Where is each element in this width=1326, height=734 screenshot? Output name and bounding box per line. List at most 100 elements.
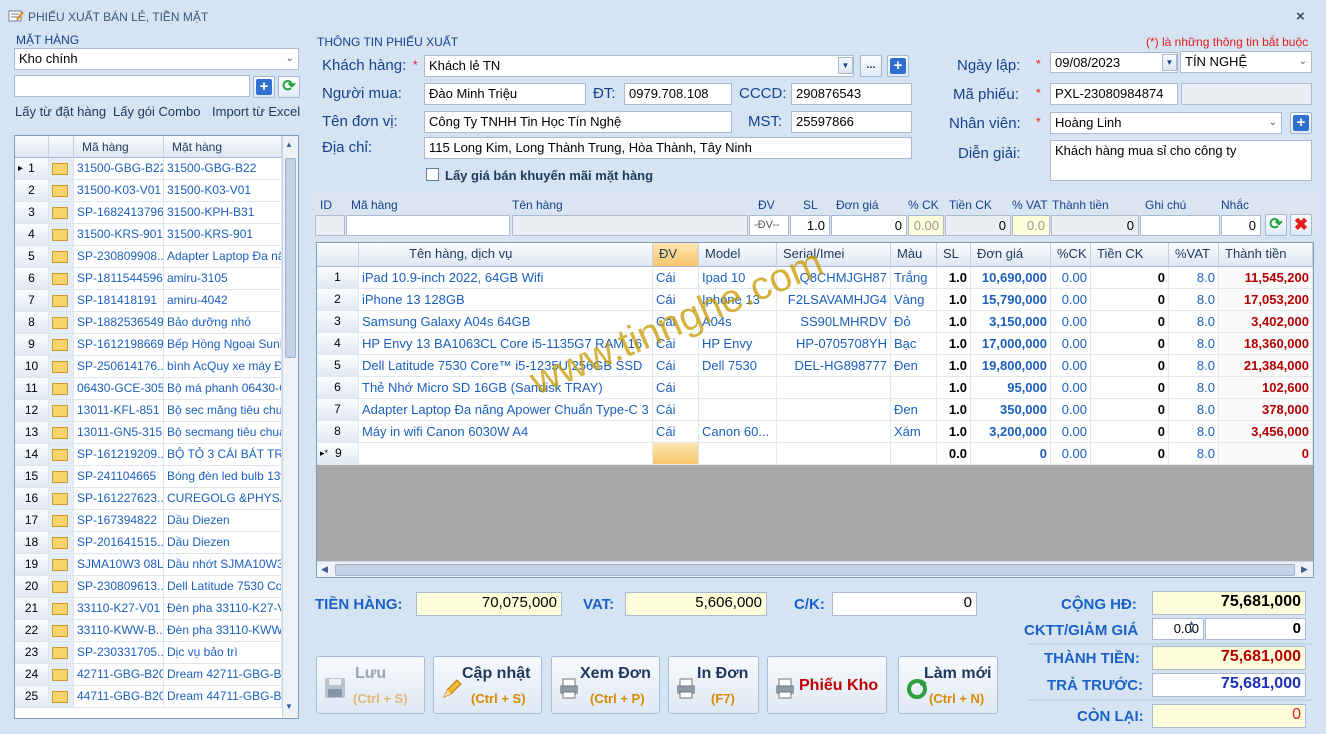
product-name-cell[interactable]: iPhone 13 128GB xyxy=(359,289,653,311)
unit-price-cell[interactable]: 19,800,000 xyxy=(971,355,1051,377)
model-cell[interactable]: Dell 7530 xyxy=(699,355,777,377)
row-number[interactable]: 12 xyxy=(15,400,49,422)
row-number[interactable]: 11 xyxy=(15,378,49,400)
phone-input[interactable]: 0979.708.108 xyxy=(624,83,732,105)
row-selector-cell[interactable]: 4 xyxy=(317,333,359,355)
customer-browse-button[interactable]: ... xyxy=(860,55,882,77)
promo-checkbox[interactable] xyxy=(426,168,439,181)
discount-value[interactable]: 0 xyxy=(832,592,977,616)
model-cell[interactable] xyxy=(699,443,777,465)
row-number[interactable]: 23 xyxy=(15,642,49,664)
unit-cell[interactable]: Cái xyxy=(653,377,699,399)
scroll-up-icon[interactable]: ▲ xyxy=(285,140,293,149)
col-model[interactable]: Model xyxy=(699,243,777,267)
line-total-cell[interactable]: 18,360,000 xyxy=(1219,333,1313,355)
item-name-cell[interactable]: 31500-K03-V01 xyxy=(164,180,282,202)
discount-amount-cell[interactable]: 0 xyxy=(1091,421,1169,443)
get-from-order-link[interactable]: Lấy từ đặt hàng xyxy=(15,104,106,119)
item-name-cell[interactable]: amiru-3105 xyxy=(164,268,282,290)
view-order-button[interactable]: Xem Đơn (Ctrl + P) xyxy=(551,656,660,714)
serial-cell[interactable]: F2LSAVAMHJG4 xyxy=(777,289,891,311)
discount-amount-cell[interactable]: 0 xyxy=(1091,267,1169,289)
item-name-cell[interactable]: 31500-KPH-B31 xyxy=(164,202,282,224)
unit-cell[interactable]: Cái xyxy=(653,267,699,289)
col-unit[interactable]: ĐV xyxy=(653,243,699,267)
entry-remind-input[interactable]: 0 xyxy=(1221,215,1261,236)
close-icon[interactable]: × xyxy=(1296,8,1305,25)
item-name-cell[interactable]: Bóng đèn led bulb 13w xyxy=(164,466,282,488)
discount-pct-cell[interactable]: 0.00 xyxy=(1051,377,1091,399)
scroll-right-icon[interactable]: ▶ xyxy=(1301,564,1308,575)
serial-cell[interactable]: Q8CHMJGH87 xyxy=(777,267,891,289)
row-number[interactable]: 18 xyxy=(15,532,49,554)
discount-amount-cell[interactable]: 0 xyxy=(1091,311,1169,333)
item-name-cell[interactable]: Dầu nhớt SJMA10W3 0 xyxy=(164,554,282,576)
unit-price-cell[interactable]: 10,690,000 xyxy=(971,267,1051,289)
vat-pct-cell[interactable]: 8.0 xyxy=(1169,267,1219,289)
item-name-cell[interactable]: Dell Latitude 7530 Core™ xyxy=(164,576,282,598)
product-name-cell[interactable]: Máy in wifi Canon 6030W A4 xyxy=(359,421,653,443)
entry-delete-button[interactable]: ✖ xyxy=(1290,214,1312,236)
stock-slip-button[interactable]: Phiếu Kho xyxy=(767,656,887,714)
row-number[interactable]: 8 xyxy=(15,312,49,334)
quantity-cell[interactable]: 0.0 xyxy=(937,443,971,465)
item-name-cell[interactable]: Dream 42711-GBG-B20 xyxy=(164,664,282,686)
color-cell[interactable]: Vàng xyxy=(891,289,937,311)
item-code-cell[interactable]: 33110-KWW-B... xyxy=(74,620,164,642)
item-code-cell[interactable]: SP-167394822 xyxy=(74,510,164,532)
add-item-button[interactable]: + xyxy=(253,76,275,98)
unit-cell[interactable]: Cái xyxy=(653,311,699,333)
item-code-cell[interactable]: 31500-KRS-901 xyxy=(74,224,164,246)
discount-amount-cell[interactable]: 0 xyxy=(1091,443,1169,465)
save-button[interactable]: Lưu (Ctrl + S) xyxy=(316,656,425,714)
scroll-left-icon[interactable]: ◀ xyxy=(321,564,328,575)
vat-pct-cell[interactable]: 8.0 xyxy=(1169,377,1219,399)
product-name-cell[interactable]: iPad 10.9-inch 2022, 64GB Wifi xyxy=(359,267,653,289)
customer-select[interactable]: Khách lẻ TN xyxy=(424,55,854,77)
item-code-cell[interactable]: SP-230809613... xyxy=(74,576,164,598)
serial-cell[interactable] xyxy=(777,443,891,465)
item-code-cell[interactable]: 42711-GBG-B20 xyxy=(74,664,164,686)
cktt-value-input[interactable]: 0 xyxy=(1205,618,1306,640)
unit-input[interactable]: Công Ty TNHH Tin Học Tín Nghệ xyxy=(424,111,732,133)
add-customer-button[interactable]: + xyxy=(887,55,909,77)
h-scroll-thumb[interactable] xyxy=(335,564,1295,576)
color-cell[interactable]: Trắng xyxy=(891,267,937,289)
quantity-cell[interactable]: 1.0 xyxy=(937,355,971,377)
print-order-button[interactable]: In Đơn (F7) xyxy=(668,656,759,714)
row-number[interactable]: 13 xyxy=(15,422,49,444)
voucher-code-input[interactable]: PXL-23080984874 xyxy=(1050,83,1178,105)
entry-ck-input[interactable]: 0.00 xyxy=(908,215,944,236)
row-selector-cell[interactable]: 7 xyxy=(317,399,359,421)
col-vat-pct[interactable]: %VAT xyxy=(1169,243,1219,267)
row-number[interactable]: 3 xyxy=(15,202,49,224)
item-name-cell[interactable]: BỘ TỎ 3 CÁI BÁT TRÀN xyxy=(164,444,282,466)
item-code-cell[interactable]: SP-1612198669 xyxy=(74,334,164,356)
row-number[interactable]: 21 xyxy=(15,598,49,620)
col-serial[interactable]: Serial/Imei xyxy=(777,243,891,267)
vat-pct-cell[interactable]: 8.0 xyxy=(1169,443,1219,465)
cccd-input[interactable]: 290876543 xyxy=(791,83,912,105)
vat-pct-cell[interactable]: 8.0 xyxy=(1169,333,1219,355)
item-code-cell[interactable]: SP-230331705... xyxy=(74,642,164,664)
item-name-cell[interactable]: Đèn pha 33110-KWW-B xyxy=(164,620,282,642)
scroll-down-icon[interactable]: ▼ xyxy=(285,702,293,711)
line-total-cell[interactable]: 3,402,000 xyxy=(1219,311,1313,333)
model-cell[interactable]: Canon 60... xyxy=(699,421,777,443)
item-code-cell[interactable]: SP-241104665 xyxy=(74,466,164,488)
item-name-cell[interactable]: 31500-KRS-901 xyxy=(164,224,282,246)
item-code-cell[interactable]: 44711-GBG-B20 xyxy=(74,686,164,708)
col-unit-price[interactable]: Đơn giá xyxy=(971,243,1051,267)
unit-cell[interactable] xyxy=(653,443,699,465)
unit-price-cell[interactable]: 95,000 xyxy=(971,377,1051,399)
refresh-items-button[interactable]: ⟳ xyxy=(278,76,300,98)
entry-id-input[interactable] xyxy=(315,215,345,236)
unit-price-cell[interactable]: 3,150,000 xyxy=(971,311,1051,333)
items-scrollbar[interactable]: ▲ ▼ xyxy=(282,136,298,718)
product-name-cell[interactable]: Adapter Laptop Đa năng Apower Chuẩn Type… xyxy=(359,399,653,421)
entry-code-input[interactable] xyxy=(346,215,510,236)
note-input[interactable]: Khách hàng mua sỉ cho công ty xyxy=(1050,140,1312,181)
discount-pct-cell[interactable]: 0.00 xyxy=(1051,421,1091,443)
discount-amount-cell[interactable]: 0 xyxy=(1091,333,1169,355)
discount-pct-cell[interactable]: 0.00 xyxy=(1051,399,1091,421)
